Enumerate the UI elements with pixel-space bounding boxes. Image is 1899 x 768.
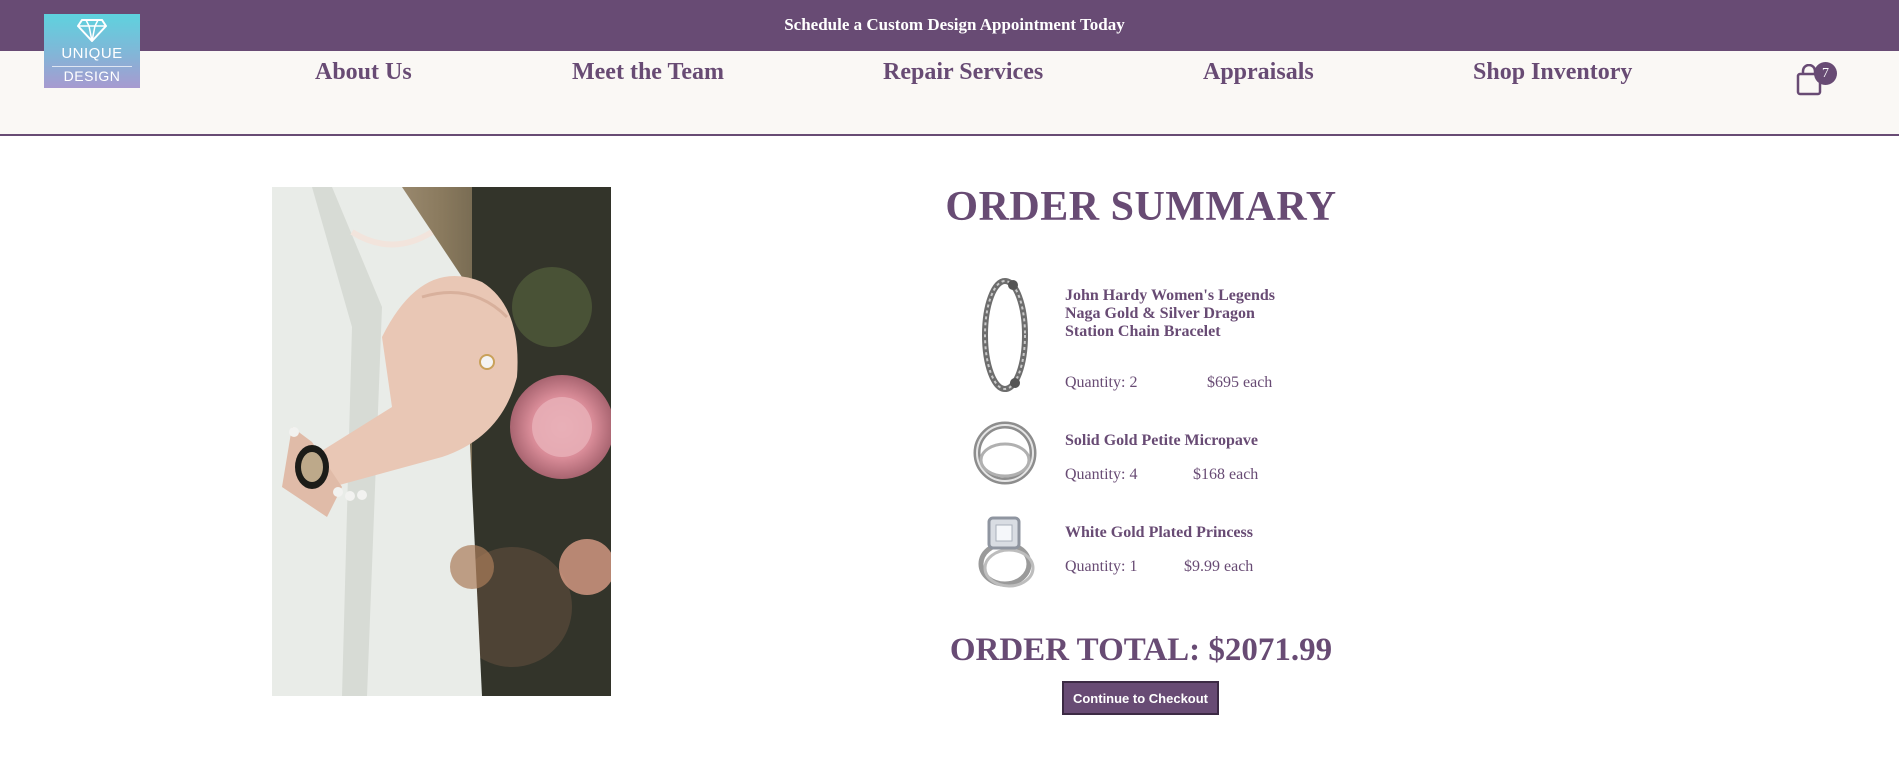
nav-meet-the-team[interactable]: Meet the Team: [572, 59, 724, 86]
checkout-button[interactable]: Continue to Checkout: [1062, 681, 1219, 715]
item-name[interactable]: Solid Gold Petite Micropave: [1065, 432, 1280, 450]
item-quantity: Quantity: 2: [1065, 374, 1138, 391]
item-quantity: Quantity: 4: [1065, 466, 1138, 483]
item-price: $695 each: [1207, 374, 1273, 391]
item-price: $168 each: [1193, 466, 1259, 483]
engagement-ring-image[interactable]: [965, 512, 1045, 590]
site-logo[interactable]: UNIQUE DESIGN: [44, 14, 140, 88]
item-quantity: Quantity: 1: [1065, 558, 1138, 575]
item-name[interactable]: John Hardy Women's Legends Naga Gold & S…: [1065, 287, 1280, 341]
band-ring-image[interactable]: [965, 420, 1045, 486]
cart-button[interactable]: 7: [1795, 62, 1841, 98]
appointment-banner-text[interactable]: Schedule a Custom Design Appointment Tod…: [784, 15, 1125, 35]
hero-jewelry-photo: [272, 187, 611, 696]
logo-divider: [52, 66, 132, 67]
nav-about-us[interactable]: About Us: [315, 59, 412, 86]
nav-repair-services[interactable]: Repair Services: [883, 59, 1043, 86]
logo-text-unique: UNIQUE: [61, 45, 123, 62]
item-name[interactable]: White Gold Plated Princess: [1065, 524, 1280, 542]
nav-appraisals[interactable]: Appraisals: [1203, 59, 1314, 86]
main-navbar: 7 About Us Meet the Team Repair Services…: [0, 51, 1899, 136]
item-price: $9.99 each: [1184, 558, 1254, 575]
nav-shop-inventory[interactable]: Shop Inventory: [1473, 59, 1632, 86]
logo-text-design: DESIGN: [63, 68, 121, 84]
appointment-banner[interactable]: Schedule a Custom Design Appointment Tod…: [0, 0, 1899, 51]
diamond-logo-icon: [77, 19, 107, 42]
order-summary-title: ORDER SUMMARY: [945, 184, 1337, 230]
cart-count-badge: 7: [1814, 62, 1837, 85]
order-total: ORDER TOTAL: $2071.99: [949, 632, 1333, 668]
bracelet-image[interactable]: [965, 275, 1045, 395]
